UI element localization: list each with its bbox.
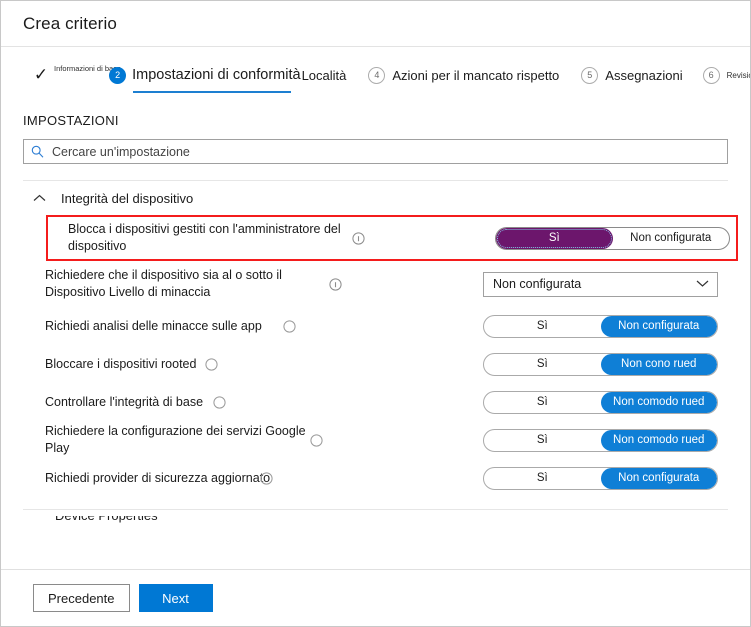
create-policy-window: Crea criterio ✓ Informazioni di base 2 I… (0, 0, 751, 627)
step-number-badge: 5 (581, 66, 599, 84)
wizard-steps: ✓ Informazioni di base 2 Impostazioni di… (1, 47, 750, 103)
next-settings-group-clipped[interactable]: Device Properties (23, 516, 728, 530)
setting-label: Richiedi analisi delle minacce sulle app (45, 318, 262, 333)
toggle-option-yes[interactable]: Sì (484, 354, 601, 375)
dropdown-device-threat-level[interactable]: Non configurata (483, 271, 718, 297)
wizard-step-azioni-per-il-mancato-rispetto[interactable]: 4 Azioni per il mancato rispetto (368, 47, 559, 103)
info-icon[interactable] (213, 395, 226, 409)
toggle-app-threat-scan[interactable]: Sì Non configurata (483, 314, 718, 338)
toggle-option-yes[interactable]: Sì (496, 227, 613, 249)
info-icon[interactable] (329, 277, 342, 291)
settings-panel: IMPOSTAZIONI Integrità del dispositivo (1, 113, 750, 530)
settings-group-name: Integrità del dispositivo (61, 190, 194, 206)
setting-label: Controllare l'integrità di base (45, 394, 204, 409)
setting-control: Sì Non configurata (483, 466, 718, 490)
info-icon[interactable] (352, 231, 365, 245)
dropdown-value: Non configurata (493, 277, 582, 291)
setting-label: Bloccare i dispositivi rooted (45, 356, 197, 371)
setting-row-safetynet-basic-integrity: Controllare l'integrità di base Sì Non c… (23, 383, 728, 421)
wizard-step-label: Località (301, 67, 347, 83)
setting-label: Blocca i dispositivi gestiti con l'ammin… (68, 222, 341, 253)
toggle-option-yes[interactable]: Sì (484, 316, 601, 337)
wizard-step-revisione[interactable]: 6 Revisione (702, 47, 750, 103)
next-button[interactable]: Next (138, 584, 213, 612)
step-number-badge: 6 (702, 66, 720, 84)
wizard-step-label: Impostazioni di conformità (132, 67, 301, 83)
info-icon[interactable] (310, 433, 323, 447)
wizard-step-localita[interactable]: 3 Località (295, 47, 347, 103)
settings-group-name: Device Properties (55, 516, 158, 523)
toggle-option-not-configured[interactable]: Non cono rued (600, 353, 717, 375)
wizard-step-label: Assegnazioni (605, 67, 683, 83)
chevron-down-icon (696, 277, 709, 291)
wizard-step-impostazioni-di-conformita[interactable]: 2 Impostazioni di conformità (109, 47, 301, 103)
toggle-block-device-administrator[interactable]: Sì Non configurata (495, 226, 730, 250)
toggle-block-rooted-devices[interactable]: Sì Non cono rued (483, 352, 718, 376)
setting-label: Richiedere che il dispositivo sia al o s… (45, 268, 282, 299)
toggle-option-not-configured[interactable]: Non comodo rued (600, 391, 717, 413)
setting-control: Sì Non comodo rued (483, 390, 718, 414)
step-number-badge: 4 (368, 66, 386, 84)
search-icon (31, 145, 44, 158)
step-number-badge: 2 (109, 66, 127, 84)
setting-row-block-rooted-devices: Bloccare i dispositivi rooted Sì Non con… (23, 345, 728, 383)
wizard-step-assegnazioni[interactable]: 5 Assegnazioni (581, 47, 683, 103)
toggle-option-yes[interactable]: Sì (484, 468, 601, 489)
info-icon[interactable] (283, 319, 296, 333)
window-titlebar: Crea criterio (1, 1, 750, 47)
setting-row-block-device-administrator: Blocca i dispositivi gestiti con l'ammin… (46, 215, 738, 261)
setting-row-up-to-date-security-provider: Richiedi provider di sicurezza aggiornat… (23, 459, 728, 497)
search-input[interactable] (52, 144, 720, 159)
setting-row-device-threat-level: Richiedere che il dispositivo sia al o s… (23, 261, 728, 307)
setting-control: Sì Non cono rued (483, 352, 718, 376)
toggle-option-not-configured[interactable]: Non configurata (600, 315, 717, 337)
wizard-footer: Precedente Next (1, 569, 750, 626)
setting-row-app-threat-scan: Richiedi analisi delle minacce sulle app… (23, 307, 728, 345)
settings-group-header[interactable]: Integrità del dispositivo (23, 181, 728, 215)
setting-control: Sì Non configurata (483, 314, 718, 338)
setting-control: Non configurata (483, 271, 718, 297)
toggle-google-play-services[interactable]: Sì Non comodo rued (483, 428, 718, 452)
settings-heading: IMPOSTAZIONI (23, 113, 119, 128)
info-icon[interactable] (205, 357, 218, 371)
wizard-step-label: Azioni per il mancato rispetto (392, 67, 560, 83)
setting-label: Richiedi provider di sicurezza aggiornat… (45, 470, 271, 485)
setting-label: Richiedere la configurazione dei servizi… (45, 424, 306, 455)
toggle-option-not-configured[interactable]: Non configurata (613, 228, 730, 249)
chevron-up-icon (33, 194, 47, 203)
setting-control: Sì Non configurata (495, 226, 730, 250)
check-icon: ✓ (33, 65, 49, 84)
toggle-option-not-configured[interactable]: Non configurata (600, 467, 717, 489)
toggle-option-not-configured[interactable]: Non comodo rued (600, 429, 717, 451)
active-step-underline (133, 91, 292, 93)
back-button[interactable]: Precedente (33, 584, 130, 612)
info-icon[interactable] (260, 471, 273, 485)
toggle-safetynet-basic-integrity[interactable]: Sì Non comodo rued (483, 390, 718, 414)
settings-rows: Blocca i dispositivi gestiti con l'ammin… (23, 215, 738, 497)
setting-row-google-play-services: Richiedere la configurazione dei servizi… (23, 421, 728, 459)
toggle-option-yes[interactable]: Sì (484, 392, 601, 413)
toggle-option-yes[interactable]: Sì (484, 430, 601, 451)
wizard-step-informazioni-di-base[interactable]: ✓ Informazioni di base (31, 47, 121, 103)
page-title: Crea criterio (23, 13, 117, 33)
toggle-up-to-date-security-provider[interactable]: Sì Non configurata (483, 466, 718, 490)
setting-control: Sì Non comodo rued (483, 428, 718, 452)
divider (23, 509, 728, 510)
wizard-step-label: Revisione (726, 70, 750, 80)
search-box[interactable] (23, 139, 728, 164)
